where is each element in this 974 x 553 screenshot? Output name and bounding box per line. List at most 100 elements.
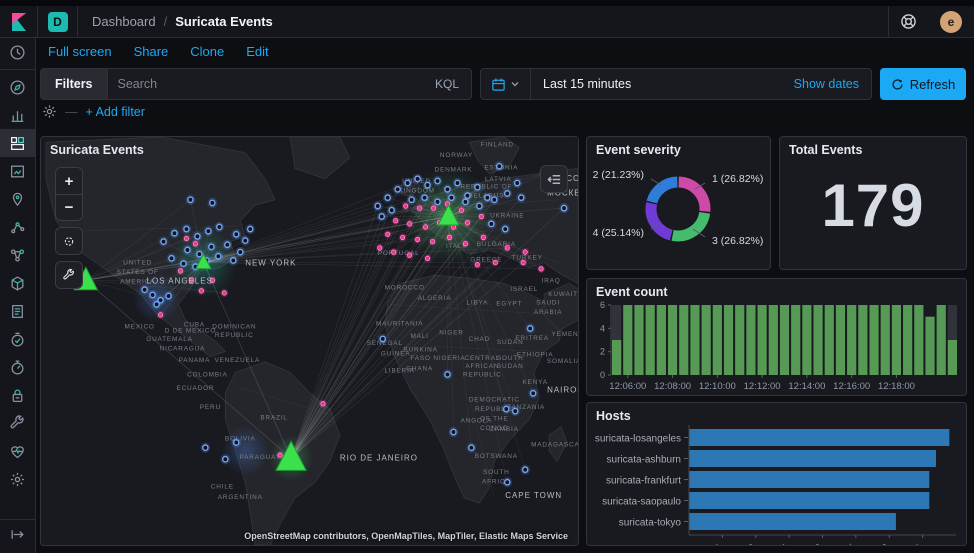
map-attribution[interactable]: OpenStreetMap contributors, OpenMapTiles… bbox=[244, 531, 568, 541]
breadcrumb-separator: / bbox=[164, 14, 168, 29]
map-tools-button[interactable] bbox=[56, 262, 82, 288]
add-filter-button[interactable]: + Add filter bbox=[86, 105, 145, 119]
count-bar[interactable] bbox=[825, 305, 834, 375]
count-xtick: 12:16:00 bbox=[833, 381, 870, 392]
count-bar[interactable] bbox=[791, 305, 800, 375]
filters-button[interactable]: Filters bbox=[41, 69, 108, 99]
count-bar[interactable] bbox=[903, 305, 912, 375]
count-bar[interactable] bbox=[780, 305, 789, 375]
sidebar-item-discover[interactable] bbox=[0, 73, 36, 101]
menu-item-edit[interactable]: Edit bbox=[246, 44, 268, 59]
count-bar[interactable] bbox=[735, 305, 744, 375]
severity-slice-2[interactable] bbox=[652, 182, 677, 202]
sidebar-item-graph[interactable] bbox=[0, 241, 36, 269]
map-city-label: CAPE TOWN bbox=[505, 491, 562, 500]
hosts-bar[interactable] bbox=[689, 492, 929, 509]
count-bar[interactable] bbox=[634, 305, 643, 375]
hosts-bar[interactable] bbox=[689, 429, 949, 446]
count-bar[interactable] bbox=[892, 305, 901, 375]
recently-viewed-icon bbox=[9, 44, 26, 61]
sidebar-item-metrics[interactable] bbox=[0, 269, 36, 297]
hosts-bar[interactable] bbox=[689, 471, 929, 488]
sidebar-item-stack-monitoring[interactable] bbox=[0, 437, 36, 465]
severity-slice-3[interactable] bbox=[673, 213, 705, 236]
count-bar[interactable] bbox=[802, 305, 811, 375]
map-set-view-button[interactable] bbox=[56, 228, 82, 254]
hosts-bar[interactable] bbox=[689, 450, 936, 467]
map-label: ARABIA bbox=[534, 309, 562, 316]
help-button[interactable] bbox=[888, 6, 928, 37]
filter-options-button[interactable] bbox=[42, 104, 57, 119]
sidebar-item-management[interactable] bbox=[0, 465, 36, 493]
sidebar-item-dev-tools[interactable] bbox=[0, 409, 36, 437]
count-bar[interactable] bbox=[813, 305, 822, 375]
count-bar[interactable] bbox=[623, 305, 632, 375]
count-bar[interactable] bbox=[847, 305, 856, 375]
count-bar[interactable] bbox=[679, 305, 688, 375]
kibana-logo-icon[interactable] bbox=[0, 6, 38, 37]
count-bar[interactable] bbox=[836, 305, 845, 375]
breadcrumb-current: Suricata Events bbox=[175, 14, 273, 29]
sidebar-item-logs[interactable] bbox=[0, 297, 36, 325]
count-bar[interactable] bbox=[937, 305, 946, 375]
map-point-pink bbox=[158, 313, 162, 318]
menu-item-full-screen[interactable]: Full screen bbox=[48, 44, 112, 59]
count-bar[interactable] bbox=[758, 305, 767, 375]
sidebar-item-machine-learning[interactable] bbox=[0, 213, 36, 241]
kql-toggle[interactable]: KQL bbox=[423, 77, 471, 91]
count-bar[interactable] bbox=[769, 305, 778, 375]
map-zoom-out-button[interactable]: − bbox=[56, 194, 82, 220]
count-bar[interactable] bbox=[724, 305, 733, 375]
map-label: VENEZUELA bbox=[214, 357, 260, 364]
count-bar[interactable] bbox=[612, 340, 621, 375]
graph-icon bbox=[9, 247, 26, 264]
world-map[interactable]: FINLANDNORWAYESTONIALATVIADENMARKREPUBLI… bbox=[41, 137, 578, 545]
search-input[interactable] bbox=[108, 77, 423, 91]
crosshair-icon bbox=[62, 234, 76, 249]
count-bar[interactable] bbox=[869, 305, 878, 375]
map-label: FASO bbox=[410, 355, 430, 362]
count-bar[interactable] bbox=[702, 305, 711, 375]
severity-label: 1 (26.82%) bbox=[712, 173, 763, 185]
sidebar-item-dashboard[interactable] bbox=[0, 129, 36, 157]
sidebar-item-recently-viewed[interactable] bbox=[0, 38, 36, 66]
map-point-pink bbox=[199, 288, 203, 293]
calendar-button[interactable] bbox=[481, 69, 531, 99]
sidebar-item-maps[interactable] bbox=[0, 185, 36, 213]
uptime-icon bbox=[9, 331, 26, 348]
hosts-bar[interactable] bbox=[689, 513, 896, 530]
severity-slice-1[interactable] bbox=[679, 182, 705, 211]
count-bar[interactable] bbox=[948, 340, 957, 375]
sidebar-item-canvas[interactable] bbox=[0, 157, 36, 185]
sidebar-item-uptime[interactable] bbox=[0, 325, 36, 353]
refresh-button[interactable]: Refresh bbox=[880, 68, 966, 100]
sidebar-nav bbox=[0, 38, 36, 553]
count-bar[interactable] bbox=[858, 305, 867, 375]
severity-slice-4[interactable] bbox=[651, 203, 671, 235]
count-bar[interactable] bbox=[881, 305, 890, 375]
map-point-pink bbox=[447, 235, 451, 240]
count-bar[interactable] bbox=[657, 305, 666, 375]
user-menu-button[interactable]: e bbox=[928, 6, 974, 37]
count-bar[interactable] bbox=[925, 317, 934, 375]
count-bar[interactable] bbox=[713, 305, 722, 375]
sidebar-item-siem[interactable] bbox=[0, 381, 36, 409]
sidebar-item-apm[interactable] bbox=[0, 353, 36, 381]
menu-item-clone[interactable]: Clone bbox=[190, 44, 224, 59]
menu-item-share[interactable]: Share bbox=[134, 44, 169, 59]
show-dates-button[interactable]: Show dates bbox=[782, 77, 871, 91]
count-bar[interactable] bbox=[646, 305, 655, 375]
breadcrumb-dashboard[interactable]: Dashboard bbox=[92, 14, 156, 29]
map-point-pink bbox=[521, 260, 525, 265]
space-switcher[interactable]: D bbox=[38, 6, 78, 37]
sidebar-item-visualize[interactable] bbox=[0, 101, 36, 129]
count-bar[interactable] bbox=[914, 305, 923, 375]
sidebar-collapse-button[interactable] bbox=[0, 519, 36, 549]
map-point-blue bbox=[445, 372, 450, 377]
count-bar[interactable] bbox=[668, 305, 677, 375]
count-bar[interactable] bbox=[690, 305, 699, 375]
map-legend-toggle[interactable] bbox=[540, 165, 568, 193]
map-zoom-in-button[interactable]: + bbox=[56, 168, 82, 194]
time-range-display[interactable]: Last 15 minutes bbox=[531, 77, 782, 91]
count-bar[interactable] bbox=[746, 305, 755, 375]
